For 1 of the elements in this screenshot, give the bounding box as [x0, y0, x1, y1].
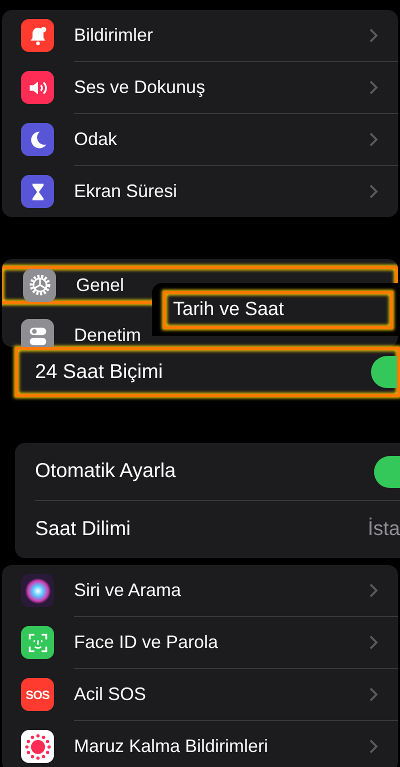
sos-icon: SOS — [26, 688, 50, 702]
